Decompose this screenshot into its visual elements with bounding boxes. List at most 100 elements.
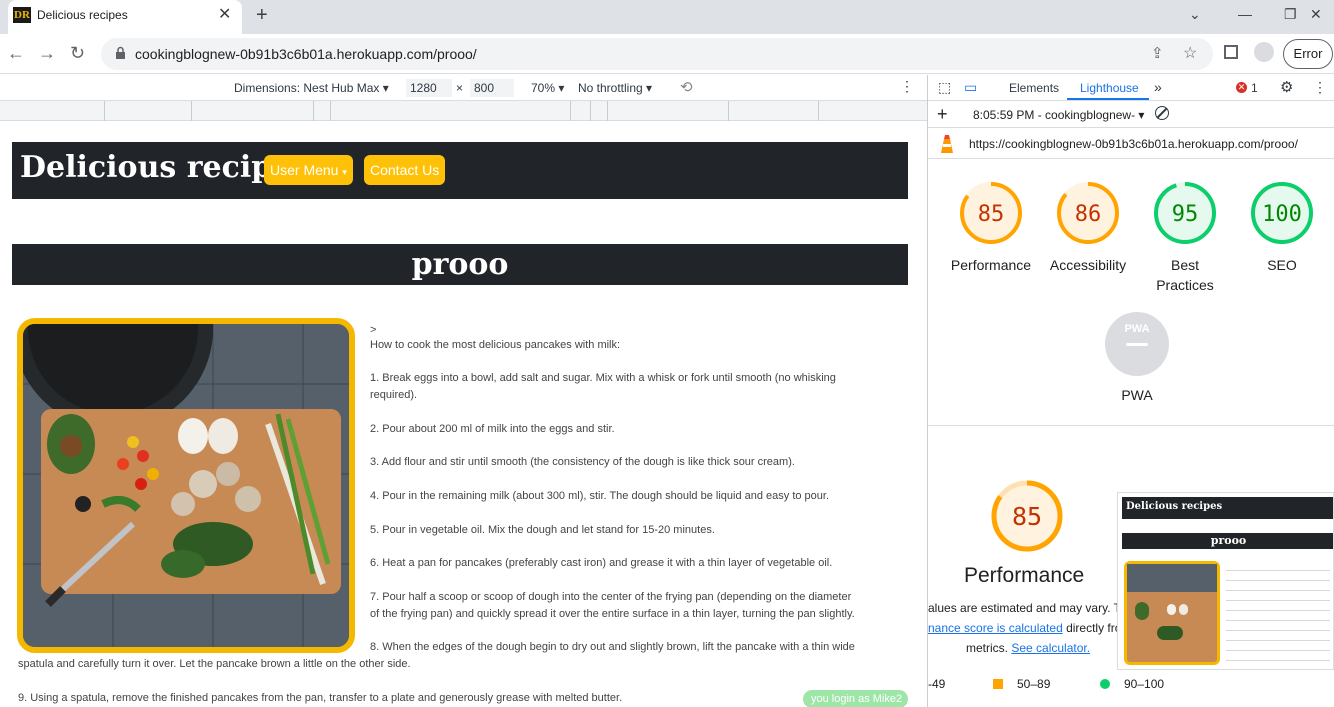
device-toggle-icon[interactable]: ▭ — [964, 79, 977, 96]
estimate-text: alues are estimated and may vary. Th — [928, 601, 1128, 615]
zoom-select[interactable]: 70% ▾ — [531, 81, 564, 95]
recipe-image — [17, 318, 355, 653]
score-gauge-best-practices[interactable]: 95 — [1152, 180, 1218, 246]
score-label: SEO — [1267, 257, 1297, 273]
recipe-line: 6. Heat a pan for pancakes (preferably c… — [370, 557, 833, 569]
restore-icon[interactable]: ❐ — [1284, 6, 1297, 23]
score-label: Performance — [950, 257, 1032, 273]
tab-search-icon[interactable]: ⌄ — [1189, 6, 1201, 23]
post-title-bar: prooo — [12, 244, 908, 285]
tab-lighthouse[interactable]: Lighthouse — [1080, 81, 1139, 95]
report-url: https://cookingblognew-0b91b3c6b01a.hero… — [969, 137, 1298, 151]
page-screenshot-thumbnail[interactable]: Delicious recipes prooo — [1117, 492, 1334, 670]
legend-average-swatch — [993, 679, 1003, 689]
tab-title: Delicious recipes — [37, 8, 128, 22]
pwa-badge-text: PWA — [1124, 323, 1149, 335]
page-viewport: Delicious recipes User Menu ▾ Contact Us… — [0, 121, 927, 707]
settings-gear-icon[interactable]: ⚙ — [1280, 78, 1293, 96]
score-label: Accessibility — [1049, 257, 1127, 273]
address-bar[interactable]: cookingblognew-0b91b3c6b01a.herokuapp.co… — [101, 38, 1213, 70]
recipe-line: required). — [370, 389, 418, 401]
recipe-line: 3. Add flour and stir until smooth (the … — [370, 456, 795, 468]
error-icon[interactable]: ✕ — [1236, 82, 1247, 93]
recipe-line: 4. Pour in the remaining milk (about 300… — [370, 490, 830, 502]
report-menu-icon[interactable]: ⋮ — [1328, 136, 1334, 153]
legend-low: -49 — [928, 677, 946, 691]
share-icon[interactable]: ⇪ — [1151, 44, 1164, 62]
legend-average: 50–89 — [1017, 677, 1051, 691]
url-text: cookingblognew-0b91b3c6b01a.herokuapp.co… — [135, 46, 477, 62]
new-tab-icon[interactable]: + — [256, 4, 268, 27]
device-toolbar: Dimensions: Nest Hub Max ▾ 1280 × 800 70… — [0, 75, 927, 101]
reload-icon[interactable]: ↻ — [70, 43, 85, 64]
legend-good: 90–100 — [1124, 677, 1165, 691]
more-tabs-icon[interactable]: » — [1154, 79, 1162, 95]
media-query-ruler — [0, 101, 927, 121]
active-tab-indicator — [1067, 98, 1149, 100]
report-select[interactable]: 8:05:59 PM - cookingblognew- ▾ — [973, 108, 1144, 122]
contact-button[interactable]: Contact Us — [364, 155, 446, 185]
width-input[interactable]: 1280 — [406, 79, 452, 97]
lighthouse-icon — [941, 135, 953, 153]
error-button[interactable]: Error — [1283, 39, 1333, 69]
rotate-icon[interactable]: ⟲ — [680, 78, 693, 96]
recipe-line: How to cook the most delicious pancakes … — [370, 339, 621, 351]
score-value: 86 — [1075, 202, 1102, 227]
side-panel-icon[interactable] — [1224, 45, 1238, 59]
score-value: 85 — [978, 202, 1005, 227]
close-tab-icon[interactable]: ✕ — [218, 6, 231, 24]
browser-tab[interactable]: DR Delicious recipes ✕ — [8, 0, 242, 34]
clear-reports-icon[interactable] — [1155, 106, 1169, 120]
recipe-line: 7. Pour half a scoop or scoop of dough i… — [370, 591, 852, 603]
site-navbar: Delicious recipes User Menu ▾ Contact Us — [12, 142, 908, 199]
see-calculator-link[interactable]: See calculator. — [1011, 641, 1090, 655]
tab-elements[interactable]: Elements — [1009, 81, 1059, 95]
thumb-text-lines — [1226, 565, 1330, 661]
post-title: prooo — [411, 247, 509, 282]
lighthouse-toolbar: + 8:05:59 PM - cookingblognew- ▾ — [928, 102, 1334, 128]
user-menu-button[interactable]: User Menu ▾ — [264, 155, 353, 185]
forward-icon[interactable]: → — [38, 43, 56, 64]
calc-text: nance score is calculated directly fro — [928, 621, 1122, 635]
score-gauge-performance[interactable]: 85 — [958, 180, 1024, 246]
detail-title: Performance — [964, 564, 1085, 587]
metrics-text: metrics. See calculator. — [966, 641, 1091, 655]
close-window-icon[interactable]: ✕ — [1310, 6, 1322, 23]
new-report-icon[interactable]: + — [937, 104, 948, 125]
calc-link[interactable]: nance score is calculated — [928, 621, 1063, 635]
recipe-line: 1. Break eggs into a bowl, add salt and … — [370, 372, 836, 384]
minimize-icon[interactable]: — — [1238, 6, 1252, 22]
recipe-line: of the frying pan) and quickly spread it… — [370, 608, 855, 620]
pwa-label: PWA — [1121, 387, 1153, 403]
throttling-select[interactable]: No throttling ▾ — [578, 81, 652, 95]
thumb-title: prooo — [1122, 533, 1333, 549]
height-input[interactable]: 800 — [470, 79, 514, 97]
profile-avatar[interactable] — [1254, 42, 1274, 62]
login-toast[interactable]: you login as Mike2 — [803, 690, 908, 707]
score-gauge-seo[interactable]: 100 — [1249, 180, 1315, 246]
section-divider — [928, 425, 1334, 426]
tab-strip: DR Delicious recipes ✕ + ⌄ — ❐ ✕ — [0, 0, 1334, 34]
devtools-menu-icon[interactable]: ⋮ — [1313, 79, 1327, 96]
site-favicon-icon: DR — [13, 7, 31, 23]
score-value: 100 — [1262, 202, 1302, 227]
dimensions-select[interactable]: Dimensions: Nest Hub Max ▾ — [234, 81, 389, 95]
recipe-line: 8. When the edges of the dough begin to … — [370, 641, 855, 653]
lock-icon — [116, 46, 125, 59]
browser-toolbar: ← → ↻ cookingblognew-0b91b3c6b01a.heroku… — [0, 34, 1334, 74]
back-icon[interactable]: ← — [7, 43, 25, 64]
recipe-line: spatula and carefully turn it over. Let … — [18, 658, 411, 670]
score-label: Best Practices — [1156, 257, 1214, 293]
bookmark-star-icon[interactable]: ☆ — [1183, 43, 1197, 63]
score-value: 95 — [1172, 202, 1199, 227]
detail-score: 85 — [1012, 502, 1042, 531]
score-gauge-accessibility[interactable]: 86 — [1055, 180, 1121, 246]
recipe-line: 9. Using a spatula, remove the finished … — [18, 692, 623, 704]
detail-performance-gauge[interactable]: 85 — [990, 479, 1064, 553]
inspect-element-icon[interactable]: ⬚ — [938, 79, 951, 96]
more-options-icon[interactable]: ⋮ — [900, 78, 914, 95]
error-count[interactable]: 1 — [1251, 81, 1258, 95]
lighthouse-url-bar: https://cookingblognew-0b91b3c6b01a.hero… — [928, 129, 1334, 159]
pwa-gauge[interactable]: PWA — [1104, 311, 1170, 377]
recipe-line: 2. Pour about 200 ml of milk into the eg… — [370, 423, 615, 435]
